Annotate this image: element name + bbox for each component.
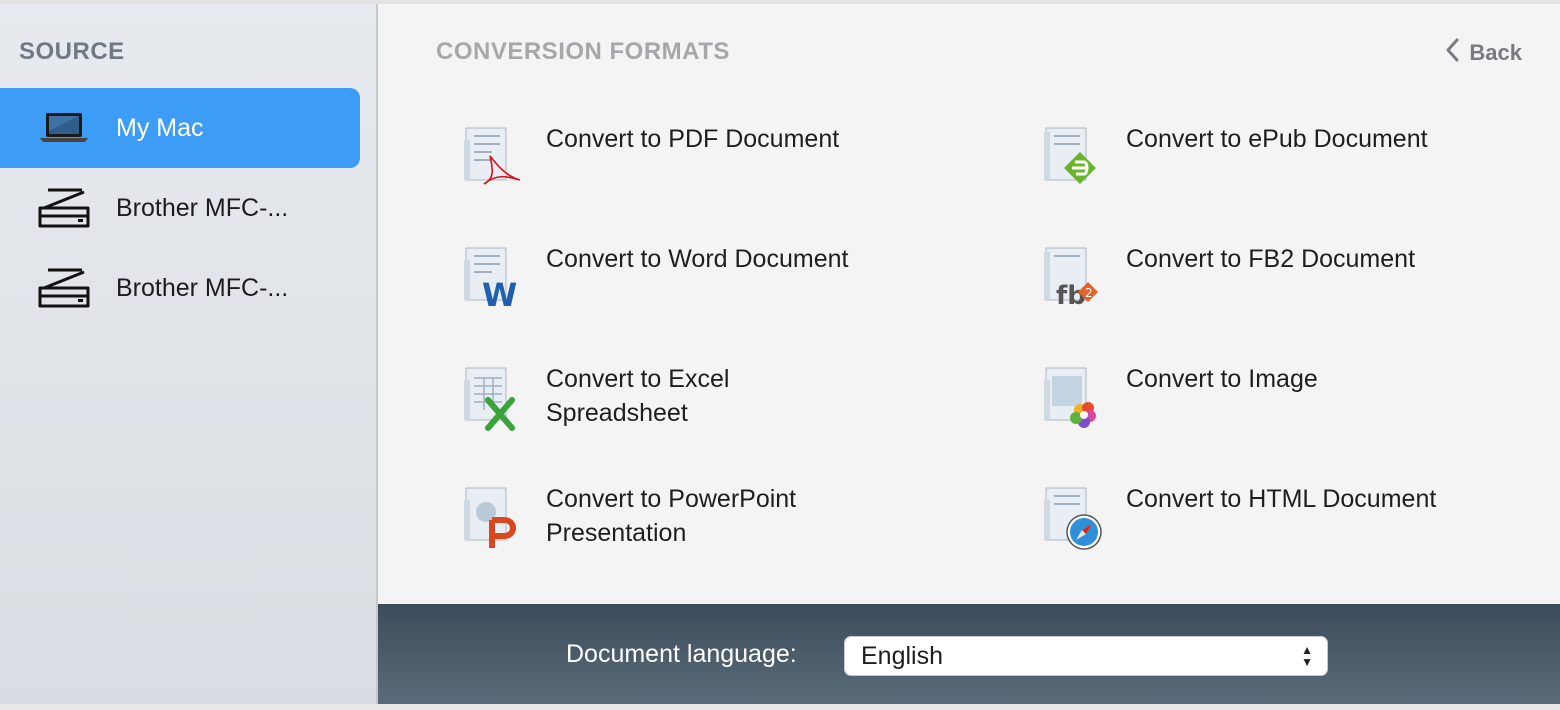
conversion-panel: CONVERSION FORMATS Back Convert to PDF D… [378,4,1560,704]
format-label: Convert to PowerPoint Presentation [546,485,797,547]
language-value: English [861,641,943,670]
format-label: Convert to Word Document [546,245,849,273]
back-button[interactable]: Back [1445,38,1522,68]
svg-text:fb: fb [1056,281,1086,311]
format-powerpoint[interactable]: Convert to PowerPoint Presentation [462,482,1042,602]
pdf-document-icon [462,122,526,192]
format-image[interactable]: Convert to Image [1042,362,1542,482]
format-label: Convert to ePub Document [1126,125,1428,153]
format-word[interactable]: W Convert to Word Document [462,242,1042,362]
format-pdf[interactable]: Convert to PDF Document [462,122,1042,242]
format-grid: Convert to PDF Document Convert to ePub … [462,122,1542,602]
updown-arrows-icon: ▲ ▼ [1301,643,1313,669]
sidebar-title: SOURCE [19,38,125,65]
svg-text:W: W [482,276,517,312]
scanner-icon [34,266,94,310]
format-label: Convert to FB2 Document [1126,245,1416,273]
epub-document-icon [1042,122,1106,192]
format-label: Convert to Image [1126,365,1318,393]
source-item-brother-2[interactable]: Brother MFC-... [0,248,360,328]
source-item-label: Brother MFC-... [116,273,289,302]
language-select[interactable]: English ▲ ▼ [844,636,1328,676]
format-epub[interactable]: Convert to ePub Document [1042,122,1542,242]
app-window: SOURCE My Mac Brother MFC-... Brother MF… [0,0,1560,704]
word-document-icon: W [462,242,526,314]
powerpoint-presentation-icon [462,482,526,552]
source-item-brother-1[interactable]: Brother MFC-... [0,168,360,248]
format-html[interactable]: Convert to HTML Document [1042,482,1542,602]
format-label: Convert to PDF Document [546,125,840,153]
panel-title: CONVERSION FORMATS [436,38,730,65]
laptop-icon [34,106,94,150]
html-document-icon [1042,482,1106,552]
chevron-left-icon [1445,38,1459,68]
back-label: Back [1469,40,1522,65]
source-list: My Mac Brother MFC-... Brother MFC-... [0,88,360,328]
source-item-my-mac[interactable]: My Mac [0,88,360,168]
image-document-icon [1042,362,1106,432]
format-label: Convert to Excel Spreadsheet [546,365,730,427]
source-sidebar: SOURCE My Mac Brother MFC-... Brother MF… [0,4,378,704]
source-item-label: My Mac [116,113,204,142]
svg-text:2: 2 [1085,286,1093,300]
fb2-document-icon: fb 2 [1042,242,1106,312]
excel-spreadsheet-icon [462,362,526,432]
source-item-label: Brother MFC-... [116,193,289,222]
format-fb2[interactable]: fb 2 Convert to FB2 Document [1042,242,1542,362]
format-label: Convert to HTML Document [1126,485,1437,513]
scanner-icon [34,186,94,230]
language-label: Document language: [566,640,797,668]
language-bar: Document language: English ▲ ▼ [378,604,1560,704]
format-excel[interactable]: Convert to Excel Spreadsheet [462,362,1042,482]
